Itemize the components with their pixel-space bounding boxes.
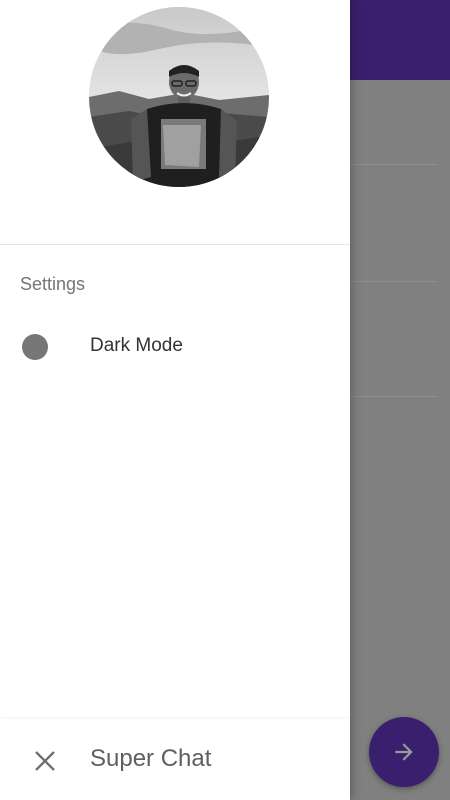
circle-toggle-icon[interactable] [22,334,48,360]
arrow-right-icon [395,743,413,761]
settings-section-title: Settings [20,274,86,294]
dark-mode-toggle-row[interactable]: Dark Mode [0,320,350,372]
close-icon[interactable] [31,747,59,775]
app-title: Super Chat [90,745,212,772]
navigation-drawer: Settings Dark Mode Super Chat [0,0,350,800]
drawer-divider [0,244,350,245]
profile-photo [89,7,269,187]
avatar[interactable] [89,7,269,187]
dark-mode-label: Dark Mode [90,335,183,356]
screen: Settings Dark Mode Super Chat [0,0,450,800]
drawer-bottom-bar: Super Chat [0,719,350,800]
send-fab-button[interactable] [369,717,439,787]
